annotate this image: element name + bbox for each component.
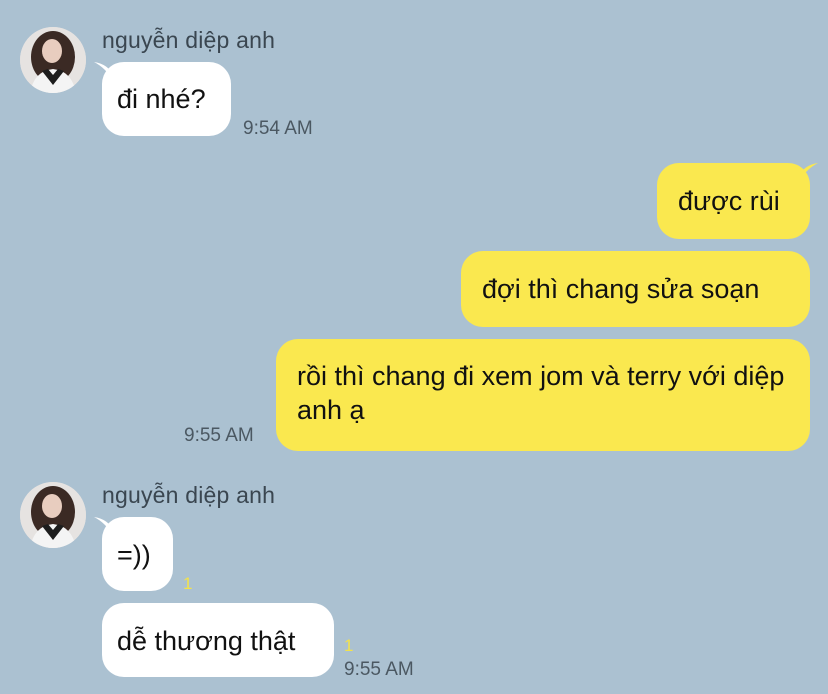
message-bubble[interactable]: rồi thì chang đi xem jom và terry với di… — [276, 339, 810, 451]
unread-count: 1 — [183, 574, 193, 593]
message-bubble[interactable]: đợi thì chang sửa soạn — [461, 251, 810, 327]
avatar-photo-icon — [20, 482, 86, 548]
message-bubble[interactable]: dễ thương thật — [102, 603, 334, 677]
message-time: 9:54 AM — [243, 118, 313, 139]
sender-name: nguyễn diệp anh — [102, 482, 276, 508]
message-time: 9:55 AM — [184, 425, 254, 446]
sender-avatar[interactable] — [20, 27, 86, 93]
message-bubble[interactable]: được rùi — [657, 163, 810, 239]
sender-name: nguyễn diệp anh — [102, 27, 276, 53]
unread-count: 1 — [344, 636, 354, 655]
message-bubble[interactable]: =)) — [102, 517, 173, 591]
message-bubble[interactable]: đi nhé? — [102, 62, 231, 136]
sender-avatar[interactable] — [20, 482, 86, 548]
message-time: 9:55 AM — [344, 659, 414, 680]
avatar-photo-icon — [20, 27, 86, 93]
